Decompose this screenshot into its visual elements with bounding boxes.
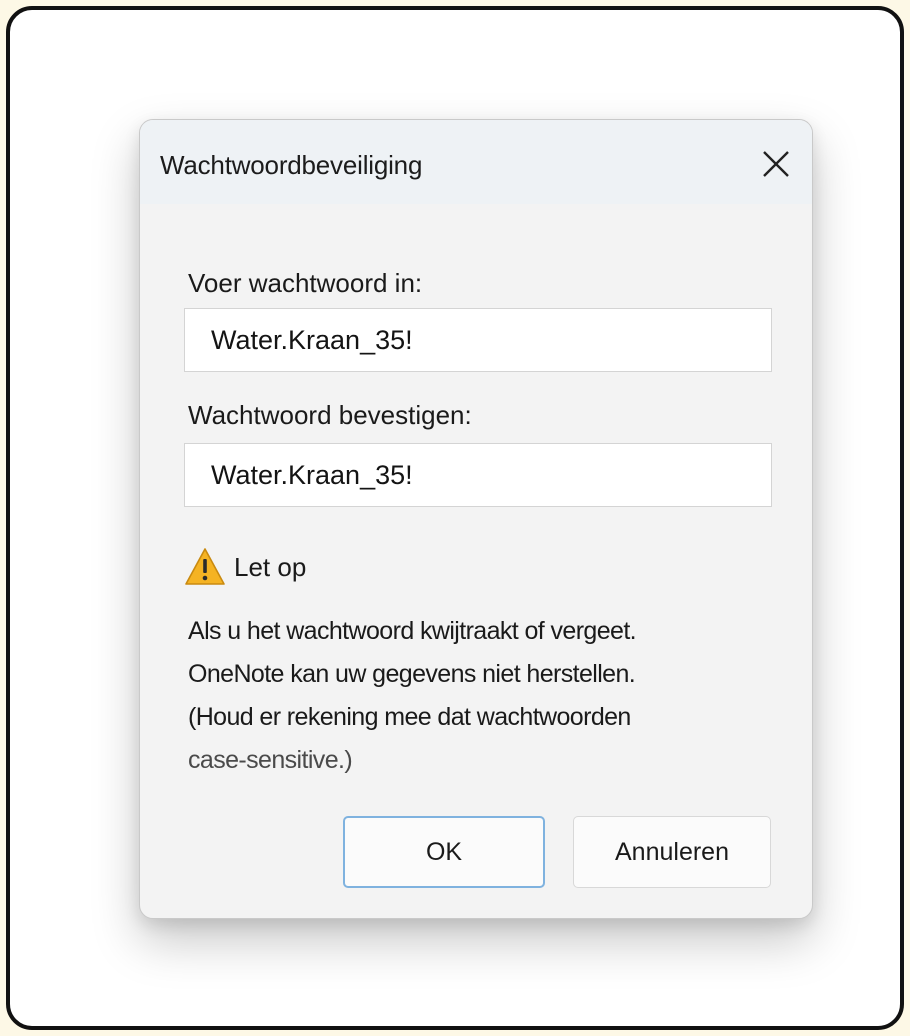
screenshot-frame: Wachtwoordbeveiliging Voer wachtwoord in… <box>6 6 904 1030</box>
dialog-titlebar: Wachtwoordbeveiliging <box>140 120 812 204</box>
close-icon <box>763 151 789 177</box>
enter-password-label: Voer wachtwoord in: <box>188 268 423 298</box>
cancel-button[interactable]: Annuleren <box>573 816 771 888</box>
warning-line: (Houd er rekening mee dat wachtwoorden <box>188 703 631 731</box>
confirm-password-input[interactable] <box>184 443 772 507</box>
warning-label: Let op <box>234 551 307 582</box>
warning-line: case-sensitive.) <box>188 746 353 774</box>
warning-line: OneNote kan uw gegevens niet herstellen. <box>188 660 636 688</box>
confirm-password-label: Wachtwoord bevestigen: <box>188 400 472 430</box>
warning-triangle-icon <box>185 548 225 585</box>
ok-button[interactable]: OK <box>343 816 545 888</box>
dialog-title: Wachtwoordbeveiliging <box>160 150 423 180</box>
warning-line: Als u het wachtwoord kwijtraakt of verge… <box>188 617 637 645</box>
password-protection-dialog: Wachtwoordbeveiliging Voer wachtwoord in… <box>139 119 813 919</box>
warning-message: Als u het wachtwoord kwijtraakt of verge… <box>188 610 788 782</box>
warning-heading: Let op <box>184 545 306 589</box>
enter-password-input[interactable] <box>184 308 772 372</box>
close-button[interactable] <box>754 142 798 186</box>
